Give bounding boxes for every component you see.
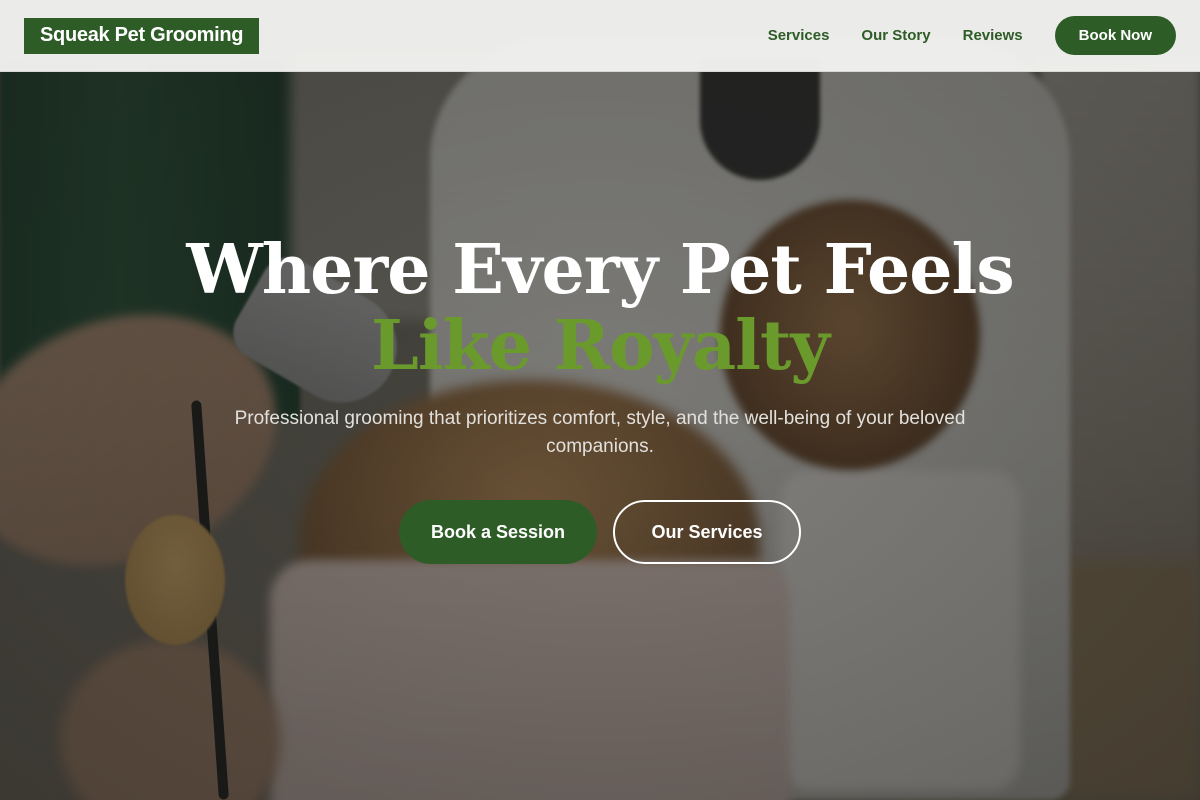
hero-headline-line1: Where Every Pet Feels <box>186 230 1014 310</box>
main-nav: Services Our Story Reviews Book Now <box>736 16 1176 55</box>
hero-actions: Book a Session Our Services <box>0 500 1200 564</box>
nav-link-our-story[interactable]: Our Story <box>861 27 930 44</box>
nav-link-reviews[interactable]: Reviews <box>963 27 1023 44</box>
hero-subtitle: Professional grooming that prioritizes c… <box>234 408 966 457</box>
book-session-button[interactable]: Book a Session <box>399 500 597 564</box>
site-header: Squeak Pet Grooming Services Our Story R… <box>0 0 1200 72</box>
our-services-button[interactable]: Our Services <box>613 500 801 564</box>
brand-logo[interactable]: Squeak Pet Grooming <box>24 17 260 54</box>
hero-headline: Where Every Pet Feels Like Royalty <box>0 232 1200 384</box>
book-now-button[interactable]: Book Now <box>1054 16 1176 55</box>
nav-link-services[interactable]: Services <box>768 27 830 44</box>
hero-headline-line2: Like Royalty <box>371 306 830 386</box>
hero-section: Where Every Pet Feels Like Royalty Profe… <box>0 72 1200 800</box>
